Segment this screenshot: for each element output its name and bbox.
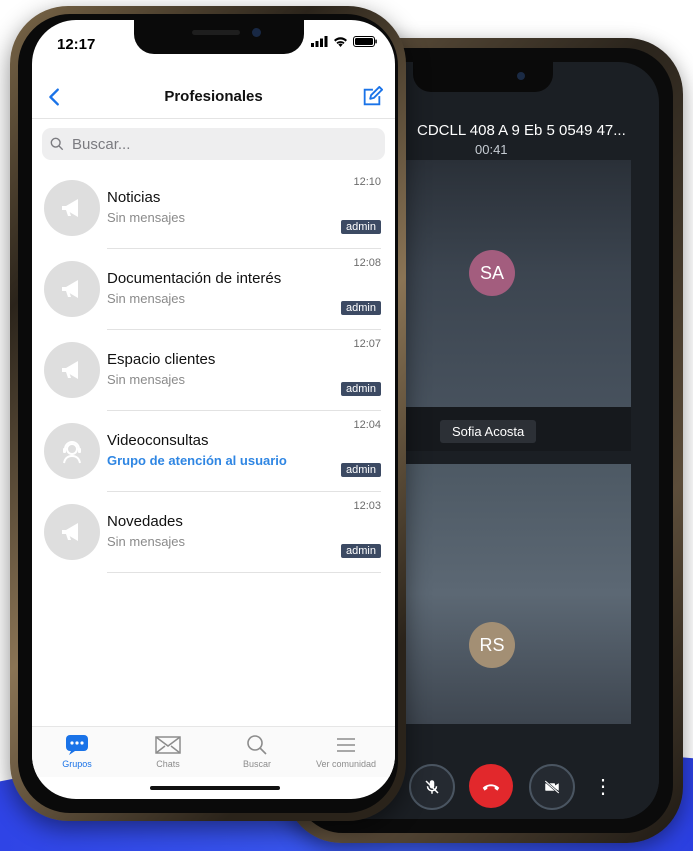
group-subtitle: Sin mensajes bbox=[107, 534, 186, 549]
call-title: CDCLL 408 A 9 Eb 5 0549 47... bbox=[417, 122, 626, 139]
phone-notch bbox=[413, 60, 553, 92]
call-timer: 00:41 bbox=[475, 142, 508, 157]
menu-icon bbox=[337, 738, 355, 752]
compose-icon[interactable] bbox=[361, 86, 383, 108]
admin-badge: admin bbox=[341, 544, 381, 558]
group-timestamp: 12:04 bbox=[353, 419, 381, 431]
chat-bubble-icon bbox=[66, 735, 88, 755]
group-list: Noticias Sin mensajes 12:10 admin Docume… bbox=[32, 168, 395, 573]
group-avatar bbox=[44, 261, 100, 317]
list-item[interactable]: Videoconsultas Grupo de atención al usua… bbox=[32, 411, 395, 492]
tab-bar: Grupos Chats Buscar Ver comunidad bbox=[32, 726, 395, 777]
list-item[interactable]: Espacio clientes Sin mensajes 12:07 admi… bbox=[32, 330, 395, 411]
admin-badge: admin bbox=[341, 301, 381, 315]
group-timestamp: 12:08 bbox=[353, 257, 381, 269]
group-title: Documentación de interés bbox=[107, 270, 282, 287]
group-subtitle: Sin mensajes bbox=[107, 210, 186, 225]
list-item[interactable]: Noticias Sin mensajes 12:10 admin bbox=[32, 168, 395, 249]
page-title: Profesionales bbox=[164, 88, 263, 105]
megaphone-icon bbox=[62, 523, 78, 541]
search-input[interactable] bbox=[70, 134, 354, 154]
divider bbox=[107, 572, 381, 573]
wifi-icon bbox=[334, 37, 347, 47]
group-title: Novedades bbox=[107, 513, 183, 530]
tab-label: Buscar bbox=[242, 759, 271, 769]
envelope-icon bbox=[155, 736, 181, 754]
tab-ver-comunidad[interactable]: Ver comunidad bbox=[306, 733, 386, 769]
participant-avatar: RS bbox=[469, 622, 515, 668]
signal-icon bbox=[311, 36, 328, 47]
tab-label: Chats bbox=[156, 759, 180, 769]
participant-avatar: SA bbox=[469, 250, 515, 296]
navigation-bar: Profesionales bbox=[32, 78, 395, 119]
tab-chats[interactable]: Chats bbox=[128, 733, 208, 769]
status-icons bbox=[311, 36, 377, 47]
phone-notch bbox=[134, 20, 304, 54]
camera-toggle-button[interactable] bbox=[529, 764, 575, 810]
status-time: 12:17 bbox=[57, 36, 96, 53]
more-options-icon[interactable]: ⋮ bbox=[593, 774, 613, 799]
tab-buscar[interactable]: Buscar bbox=[217, 733, 297, 769]
admin-badge: admin bbox=[341, 220, 381, 234]
group-title: Videoconsultas bbox=[107, 432, 209, 449]
group-avatar bbox=[44, 342, 100, 398]
hang-up-button[interactable] bbox=[469, 764, 513, 808]
groups-phone: 12:17 Profesionales Noticias Sin mensaje… bbox=[10, 6, 406, 821]
group-subtitle: Grupo de atención al usuario bbox=[107, 453, 287, 468]
group-avatar bbox=[44, 504, 100, 560]
groups-screen: 12:17 Profesionales Noticias Sin mensaje… bbox=[32, 20, 395, 799]
group-title: Noticias bbox=[107, 189, 161, 206]
list-item[interactable]: Documentación de interés Sin mensajes 12… bbox=[32, 249, 395, 330]
megaphone-icon bbox=[62, 361, 78, 379]
group-timestamp: 12:07 bbox=[353, 338, 381, 350]
search-icon bbox=[247, 735, 267, 755]
home-indicator bbox=[150, 786, 280, 790]
megaphone-icon bbox=[62, 280, 78, 298]
group-title: Espacio clientes bbox=[107, 351, 216, 368]
group-timestamp: 12:03 bbox=[353, 500, 381, 512]
mute-button[interactable] bbox=[409, 764, 455, 810]
admin-badge: admin bbox=[341, 382, 381, 396]
tab-grupos[interactable]: Grupos bbox=[37, 733, 117, 769]
headset-icon bbox=[63, 441, 81, 464]
group-subtitle: Sin mensajes bbox=[107, 372, 186, 387]
group-timestamp: 12:10 bbox=[353, 176, 381, 188]
tab-label: Ver comunidad bbox=[315, 759, 377, 769]
group-avatar bbox=[44, 180, 100, 236]
group-avatar bbox=[44, 423, 100, 479]
mic-off-icon bbox=[425, 780, 439, 794]
phone-hangup-icon bbox=[482, 784, 500, 791]
participant-name-label: Sofia Acosta bbox=[440, 420, 537, 443]
tab-label: Grupos bbox=[62, 759, 92, 769]
admin-badge: admin bbox=[341, 463, 381, 477]
search-icon bbox=[50, 137, 64, 151]
group-subtitle: Sin mensajes bbox=[107, 291, 186, 306]
camera-off-icon bbox=[544, 780, 560, 794]
search-bar[interactable] bbox=[42, 128, 385, 160]
megaphone-icon bbox=[62, 199, 78, 217]
battery-icon bbox=[353, 36, 377, 47]
list-item[interactable]: Novedades Sin mensajes 12:03 admin bbox=[32, 492, 395, 573]
